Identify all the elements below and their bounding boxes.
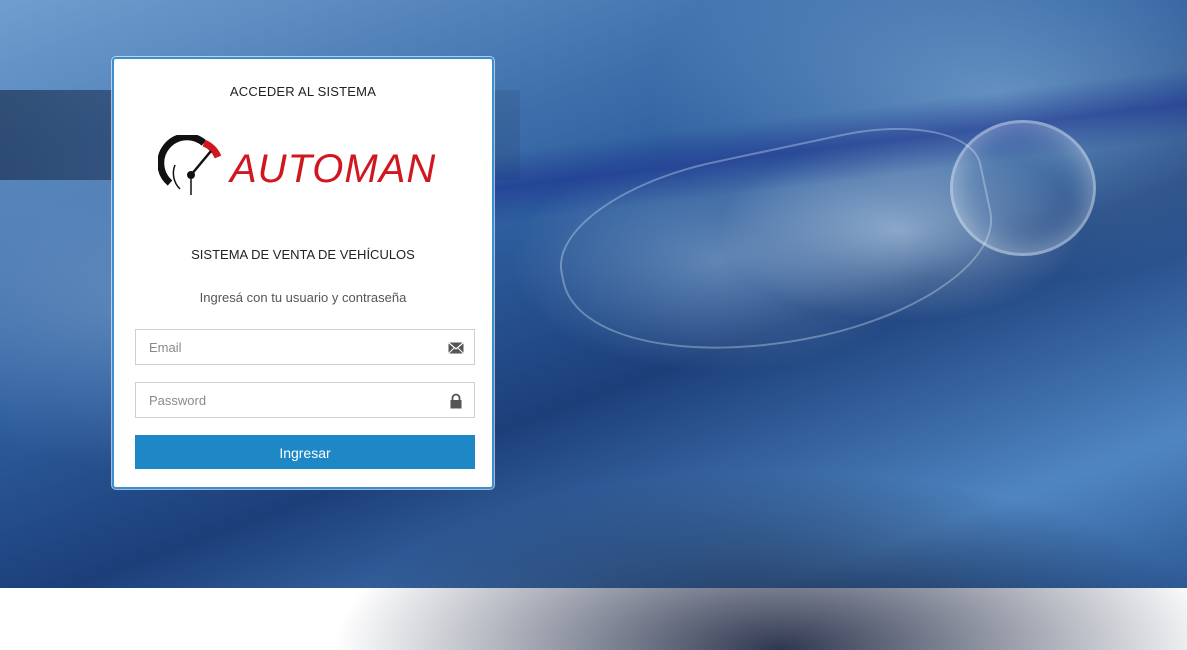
background-headlight-lens	[950, 120, 1096, 256]
background-car-body	[330, 470, 1187, 650]
password-input[interactable]	[136, 383, 449, 417]
logo-wordmark: AUTOMAN	[230, 147, 437, 191]
envelope-icon	[448, 342, 464, 354]
speedometer-icon	[158, 135, 222, 195]
password-field-container	[135, 382, 475, 418]
email-field-container	[135, 329, 475, 365]
login-header: ACCEDER AL SISTEMA	[229, 84, 377, 99]
automan-logo: AUTOMAN	[158, 135, 458, 205]
system-subtitle: SISTEMA DE VENTA DE VEHÍCULOS	[191, 247, 415, 262]
login-instructions: Ingresá con tu usuario y contraseña	[199, 290, 407, 305]
login-card: ACCEDER AL SISTEMA AUTOMAN SISTEMA DE VE…	[112, 57, 494, 489]
login-submit-button[interactable]: Ingresar	[135, 435, 475, 469]
lock-icon	[450, 393, 462, 409]
email-input[interactable]	[136, 330, 449, 364]
